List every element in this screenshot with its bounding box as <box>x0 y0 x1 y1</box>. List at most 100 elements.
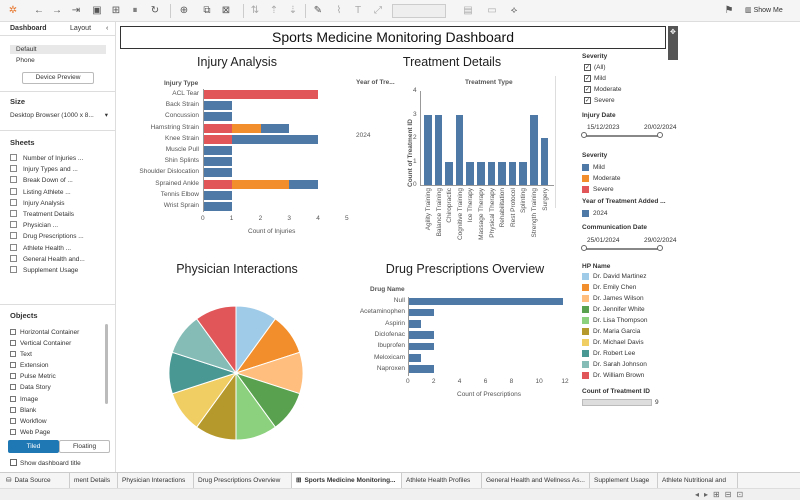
sheet-item[interactable]: Listing Athlete ... <box>10 187 110 198</box>
object-item[interactable]: Workflow <box>10 416 110 427</box>
navigation-icons[interactable]: ◂▸⊞⊟⊡ <box>695 490 748 499</box>
treatment-bar[interactable] <box>519 161 527 185</box>
drug-bar[interactable] <box>408 365 434 373</box>
undo-icon[interactable]: ← <box>33 5 45 17</box>
severity-checkbox[interactable]: ✓ <box>584 86 591 93</box>
move-icon[interactable]: ✥ <box>670 28 676 36</box>
sheet-item[interactable]: Number of Injuries ... <box>10 153 110 164</box>
sheet-tab[interactable]: General Health and Wellness As... <box>482 473 590 489</box>
sheet-item[interactable]: Physician ... <box>10 220 110 231</box>
object-item[interactable]: Extension <box>10 360 110 371</box>
slider-handle-end[interactable] <box>657 245 663 251</box>
share-icon[interactable]: ⟡ <box>508 5 520 17</box>
redo-icon[interactable]: → <box>51 5 63 17</box>
sort-desc-icon[interactable]: ⇣ <box>287 5 299 17</box>
injury-bar[interactable] <box>203 157 232 167</box>
device-preview-button[interactable]: Device Preview <box>22 72 94 84</box>
object-item[interactable]: Vertical Container <box>10 338 110 349</box>
treatment-bar[interactable] <box>466 161 474 185</box>
drug-bar[interactable] <box>408 320 421 328</box>
tiled-button[interactable]: Tiled <box>8 440 59 453</box>
injury-bar[interactable] <box>203 90 319 99</box>
injury-bar[interactable] <box>203 190 232 200</box>
injury-bar[interactable] <box>203 202 232 211</box>
collapse-panel-icon[interactable]: ‹ <box>106 25 108 32</box>
show-me-button[interactable]: ▥ Show Me <box>745 5 783 17</box>
tooltip-icon[interactable]: ▭ <box>486 5 498 17</box>
sheet-item[interactable]: General Health and... <box>10 254 110 265</box>
sheet-item[interactable]: Injury Analysis <box>10 198 110 209</box>
object-item[interactable]: Horizontal Container <box>10 327 110 338</box>
sheet-item[interactable]: Injury Types and ... <box>10 164 110 175</box>
drug-bar[interactable] <box>408 354 421 362</box>
treatment-bar[interactable] <box>455 114 464 185</box>
object-item[interactable]: Data Story <box>10 382 110 393</box>
sheet-tab[interactable]: Athlete Nutritional and <box>658 473 738 489</box>
comm-date-end[interactable]: 29/02/2024 <box>644 237 677 244</box>
fit-icon[interactable]: ⤢ <box>372 5 384 17</box>
treatment-bar[interactable] <box>445 161 453 185</box>
injury-bar[interactable] <box>231 134 319 144</box>
comm-date-slider[interactable] <box>583 248 660 250</box>
injury-bar[interactable] <box>289 179 319 189</box>
treatment-bar[interactable] <box>424 114 432 185</box>
severity-checkbox[interactable]: ✓ <box>584 97 591 104</box>
object-item[interactable]: Text <box>10 349 110 360</box>
tab-dashboard[interactable]: Dashboard <box>10 25 47 32</box>
new-datasource-icon[interactable]: ⊞ <box>110 5 122 17</box>
present-icon[interactable]: ⚑ <box>723 5 735 17</box>
object-item[interactable]: Blank <box>10 405 110 416</box>
slider-handle-start[interactable] <box>581 245 587 251</box>
drug-bar[interactable] <box>408 308 434 317</box>
injury-bar[interactable] <box>203 101 232 111</box>
highlight-icon[interactable]: ✎ <box>312 5 324 17</box>
sheet-item[interactable]: Drug Prescriptions ... <box>10 231 110 242</box>
drug-bar[interactable] <box>408 342 434 351</box>
injury-date-end[interactable]: 20/02/2024 <box>644 124 677 131</box>
comm-date-start[interactable]: 25/01/2024 <box>587 237 620 244</box>
fit-dropdown[interactable] <box>392 4 446 18</box>
treatment-bar[interactable] <box>498 161 506 185</box>
drug-bar[interactable] <box>408 331 434 339</box>
injury-bar[interactable] <box>203 146 232 155</box>
treatment-bar[interactable] <box>434 114 443 185</box>
treatment-bar[interactable] <box>508 161 517 185</box>
sheet-tab[interactable]: Supplement Usage <box>590 473 658 489</box>
injury-bar[interactable] <box>203 134 232 144</box>
sheet-item[interactable]: Treatment Details <box>10 209 110 220</box>
show-cards-icon[interactable]: ▤ <box>462 5 474 17</box>
save-icon[interactable]: ▣ <box>91 5 103 17</box>
sort-asc-icon[interactable]: ⇡ <box>268 5 280 17</box>
sheet-tab[interactable]: Athlete Health Profiles <box>402 473 482 489</box>
sheet-tab[interactable]: Drug Prescriptions Overview <box>194 473 292 489</box>
injury-bar[interactable] <box>260 123 290 133</box>
group-icon[interactable]: ⌇ <box>333 5 345 17</box>
show-title-checkbox[interactable]: Show dashboard title <box>10 459 81 467</box>
injury-bar[interactable] <box>231 123 261 133</box>
object-item[interactable]: Image <box>10 394 110 405</box>
treatment-bar[interactable] <box>477 161 485 185</box>
objects-scrollbar[interactable] <box>105 324 108 404</box>
slider-handle-start[interactable] <box>581 132 587 138</box>
sheet-tab[interactable]: Physician Interactions <box>118 473 194 489</box>
device-default[interactable]: Default <box>10 45 106 54</box>
injury-bar[interactable] <box>203 112 232 122</box>
injury-date-slider[interactable] <box>583 135 660 137</box>
severity-checkbox[interactable]: ✓ <box>584 75 591 82</box>
sheet-item[interactable]: Supplement Usage <box>10 265 110 276</box>
treatment-bar[interactable] <box>530 114 538 185</box>
injury-bar[interactable] <box>203 168 232 178</box>
size-dropdown[interactable]: Desktop Browser (1000 x 8... ▾ <box>10 110 108 121</box>
object-item[interactable]: Web Page <box>10 427 110 438</box>
drug-bar[interactable] <box>408 297 564 305</box>
device-phone[interactable]: Phone <box>10 56 106 65</box>
new-sheet-icon[interactable]: ⊕ <box>178 5 190 17</box>
sheet-item[interactable]: Athlete Health ... <box>10 243 110 254</box>
object-item[interactable]: Pulse Metric <box>10 371 110 382</box>
tableau-logo-icon[interactable]: ✲ <box>7 5 19 17</box>
sheet-tab[interactable]: ⊞ Sports Medicine Monitoring... <box>292 473 402 489</box>
tab-layout[interactable]: Layout <box>70 25 91 32</box>
refresh-icon[interactable]: ↻ <box>149 5 161 17</box>
sheet-tab[interactable]: ment Details <box>70 473 118 489</box>
treatment-bar[interactable] <box>487 161 496 185</box>
